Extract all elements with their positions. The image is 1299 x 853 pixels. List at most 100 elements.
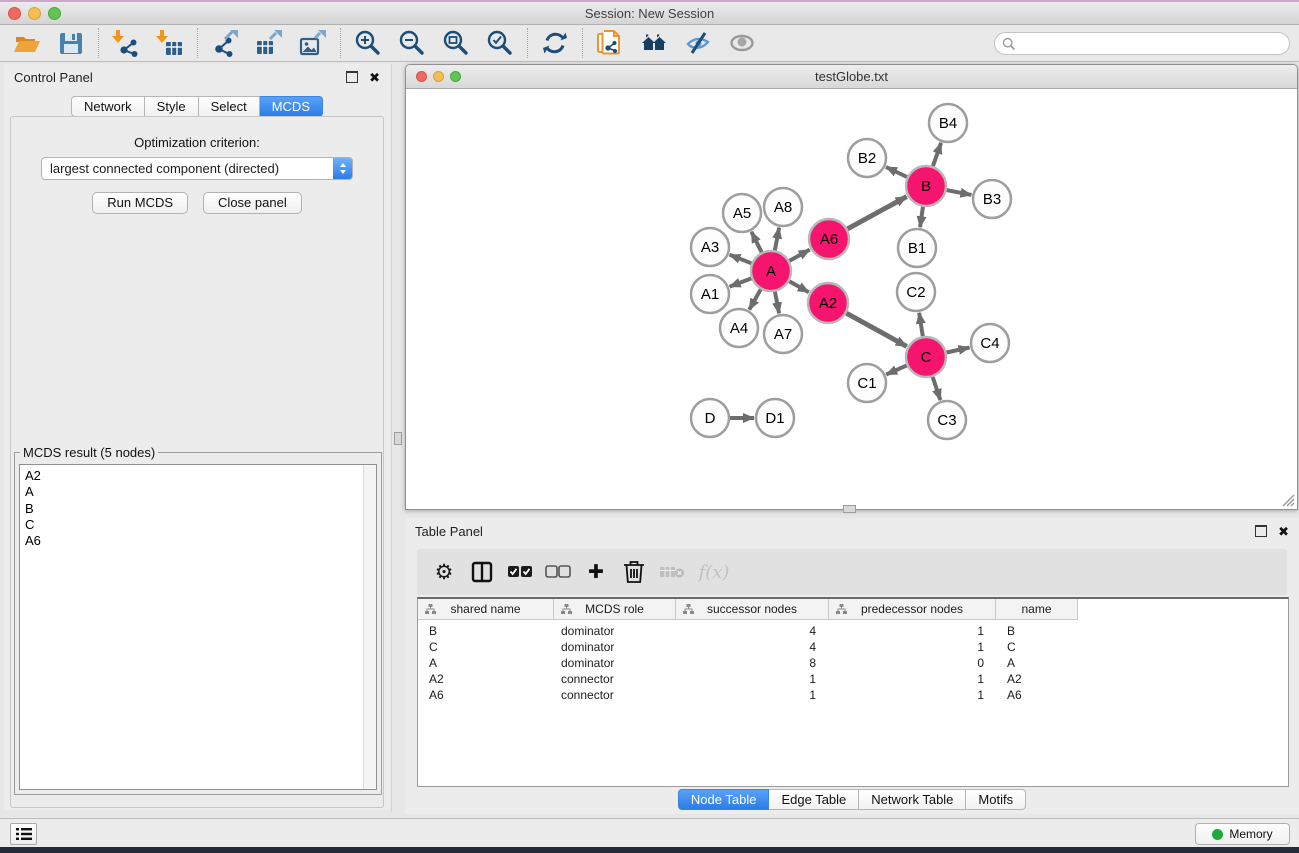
add-column-button[interactable]: ✚: [577, 561, 615, 583]
result-item[interactable]: A: [25, 484, 376, 500]
node-C1[interactable]: C1: [848, 364, 886, 402]
node-C[interactable]: C: [906, 337, 946, 377]
result-item[interactable]: C: [25, 517, 376, 533]
memory-button[interactable]: Memory: [1195, 823, 1290, 845]
export-network-icon[interactable]: [211, 29, 239, 57]
network-canvas[interactable]: B4B2BB3A5A8A6B1A3AC2A1A2A4A7C4CC1C3DD1: [406, 89, 1297, 509]
node-B4[interactable]: B4: [929, 104, 967, 142]
edge-C-C4[interactable]: [947, 347, 970, 352]
cp-tab-select[interactable]: Select: [199, 96, 260, 117]
edge-A-A6[interactable]: [789, 250, 809, 261]
table-tab-motifs[interactable]: Motifs: [966, 789, 1026, 810]
first-neighbors-icon[interactable]: [640, 29, 668, 57]
node-A5[interactable]: A5: [723, 194, 761, 232]
delete-table-button[interactable]: [653, 564, 691, 580]
edge-B-B1[interactable]: [920, 207, 923, 227]
node-D[interactable]: D: [691, 399, 729, 437]
select-all-button[interactable]: [501, 565, 539, 579]
column-header-shared-name[interactable]: shared name: [418, 599, 554, 620]
cp-tab-style[interactable]: Style: [145, 96, 199, 117]
float-table-panel-icon[interactable]: [1255, 525, 1267, 537]
node-A3[interactable]: A3: [691, 228, 729, 266]
edge-B-B4[interactable]: [933, 143, 941, 166]
show-columns-button[interactable]: [463, 560, 501, 584]
edge-A-A2[interactable]: [789, 281, 809, 292]
node-A1[interactable]: A1: [691, 275, 729, 313]
node-A6[interactable]: A6: [809, 219, 849, 259]
show-all-icon[interactable]: [728, 29, 756, 57]
table-tab-edge-table[interactable]: Edge Table: [769, 789, 859, 810]
column-header-name[interactable]: name: [996, 599, 1078, 620]
edge-A6-B[interactable]: [847, 197, 906, 229]
table-row[interactable]: Bdominator41B: [418, 623, 1288, 639]
task-history-button[interactable]: [10, 823, 37, 845]
node-B[interactable]: B: [906, 166, 946, 206]
node-B1[interactable]: B1: [898, 229, 936, 267]
result-item[interactable]: A6: [25, 533, 376, 549]
result-item[interactable]: A2: [25, 468, 376, 484]
refresh-icon[interactable]: [541, 29, 569, 57]
column-header-mcds-role[interactable]: MCDS role: [554, 599, 676, 620]
splitter-grip-horizontal[interactable]: [843, 505, 856, 513]
export-table-icon[interactable]: [255, 29, 283, 57]
result-item[interactable]: B: [25, 501, 376, 517]
node-A2[interactable]: A2: [808, 283, 848, 323]
edge-A2-C[interactable]: [846, 313, 906, 346]
edge-C-C3[interactable]: [933, 377, 941, 400]
edge-C-C1[interactable]: [886, 365, 907, 374]
close-panel-button[interactable]: Close panel: [203, 192, 302, 214]
edge-A-A3[interactable]: [730, 255, 752, 264]
cp-tab-network[interactable]: Network: [71, 96, 145, 117]
export-image-icon[interactable]: [299, 29, 327, 57]
column-header-successor-nodes[interactable]: successor nodes: [676, 599, 829, 620]
node-A4[interactable]: A4: [720, 309, 758, 347]
zoom-selected-icon[interactable]: [486, 29, 514, 57]
node-C2[interactable]: C2: [897, 273, 935, 311]
open-file-icon[interactable]: [13, 29, 41, 57]
network-window-titlebar[interactable]: testGlobe.txt: [406, 65, 1297, 89]
close-panel-icon[interactable]: ✖: [369, 71, 380, 84]
edge-A-A7[interactable]: [775, 292, 779, 314]
node-C3[interactable]: C3: [928, 401, 966, 439]
float-panel-icon[interactable]: [346, 71, 358, 83]
zoom-fit-icon[interactable]: [442, 29, 470, 57]
column-header-predecessor-nodes[interactable]: predecessor nodes: [829, 599, 996, 620]
table-tab-network-table[interactable]: Network Table: [859, 789, 966, 810]
search-input[interactable]: [1016, 36, 1270, 52]
close-table-panel-icon[interactable]: ✖: [1278, 525, 1289, 538]
result-scrollbar[interactable]: [363, 465, 376, 789]
zoom-in-icon[interactable]: [354, 29, 382, 57]
table-row[interactable]: A6connector11A6: [418, 687, 1288, 703]
node-D1[interactable]: D1: [756, 399, 794, 437]
edge-B-B2[interactable]: [886, 167, 907, 177]
splitter-grip[interactable]: [394, 432, 402, 445]
function-builder-button[interactable]: f(x): [691, 562, 737, 583]
import-network-icon[interactable]: [112, 29, 140, 57]
delete-column-button[interactable]: [615, 559, 653, 585]
optimization-criterion-dropdown[interactable]: largest connected component (directed): [41, 157, 353, 180]
network-from-selection-icon[interactable]: [596, 29, 624, 57]
table-row[interactable]: Cdominator41C: [418, 639, 1288, 655]
edge-A-A8[interactable]: [775, 228, 779, 251]
save-session-icon[interactable]: [57, 29, 85, 57]
node-B2[interactable]: B2: [848, 139, 886, 177]
node-A7[interactable]: A7: [764, 315, 802, 353]
import-table-icon[interactable]: [156, 29, 184, 57]
deselect-all-button[interactable]: [539, 565, 577, 579]
node-C4[interactable]: C4: [971, 324, 1009, 362]
node-B3[interactable]: B3: [973, 180, 1011, 218]
node-A[interactable]: A: [751, 251, 791, 291]
edge-C-C2[interactable]: [919, 313, 923, 336]
cp-tab-mcds[interactable]: MCDS: [260, 96, 323, 117]
resize-grip-icon[interactable]: [1279, 491, 1295, 507]
network-graph[interactable]: B4B2BB3A5A8A6B1A3AC2A1A2A4A7C4CC1C3DD1: [406, 89, 1297, 509]
table-row[interactable]: Adominator80A: [418, 655, 1288, 671]
zoom-out-icon[interactable]: [398, 29, 426, 57]
edge-A-A4[interactable]: [749, 289, 760, 309]
edge-B-B3[interactable]: [947, 190, 972, 195]
edge-A-A1[interactable]: [730, 278, 752, 286]
hide-selected-icon[interactable]: [684, 29, 712, 57]
edge-A-A5[interactable]: [751, 232, 761, 252]
run-mcds-button[interactable]: Run MCDS: [92, 192, 188, 214]
search-field[interactable]: [994, 32, 1290, 55]
